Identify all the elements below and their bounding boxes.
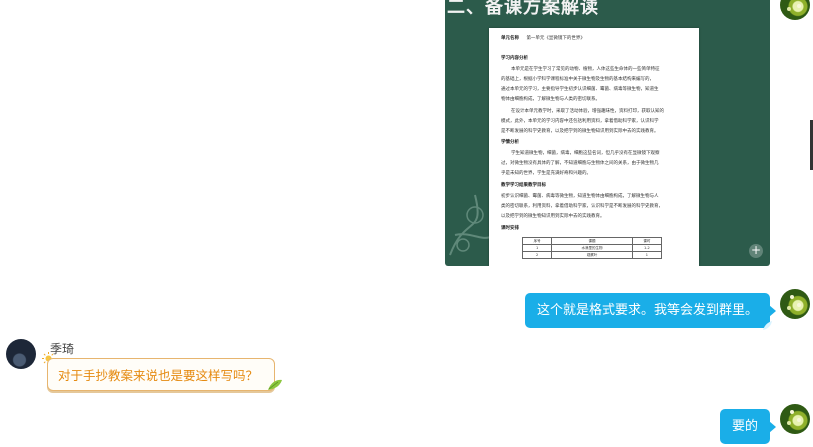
- message-text: 对于手抄教案来说也是要这样写吗？: [58, 368, 259, 383]
- doc-unit-label: 单元名称: [501, 36, 519, 41]
- bubble-leaf-icon: [763, 321, 773, 330]
- doc-section-heading: 学情分析: [501, 140, 519, 145]
- image-message[interactable]: 二、备课方案解读 单元名称 第一单元《显微镜下的世界》 学习内容分析 本单元是在…: [445, 0, 770, 266]
- doc-text-line: 学生知道微生物，细菌，病毒，细胞这些名词，但几乎没有在显微镜下观察: [511, 151, 660, 156]
- message-text: 要的: [732, 419, 759, 434]
- table-cell: 水滴里的生物: [551, 244, 633, 252]
- table-cell: 1-2: [631, 244, 663, 252]
- leaf-decoration-icon: [268, 379, 282, 390]
- table-cell: 课题: [551, 237, 633, 245]
- doc-text-line: 初步认识细菌、霉菌、病毒等微生物，知道生物体由细胞构成，了解微生物与人: [501, 194, 659, 199]
- doc-section-heading: 课时安排: [501, 226, 519, 231]
- doc-text-line: 物体由细胞构成，了解微生物与人类的密切联系。: [501, 97, 600, 102]
- slide-title: 二、备课方案解读: [447, 0, 599, 18]
- zoom-in-icon[interactable]: +: [749, 244, 763, 258]
- self-avatar[interactable]: [780, 289, 810, 319]
- message-bubble-self[interactable]: 要的: [720, 409, 777, 444]
- doc-unit-line: 单元名称 第一单元《显微镜下的世界》: [501, 36, 585, 42]
- doc-text-line: 是不断发展的科学史教育，以及把学到的微生物知识用到实际中去的实践教育。: [501, 129, 659, 134]
- table-row: 序号 课题 课时: [521, 237, 663, 245]
- table-row: 1 水滴里的生物 1-2: [521, 244, 663, 252]
- doc-text-line: 类的密切联系，利用资料，拿着借助科学家，认识科学是不断发展的科学史教育，: [501, 204, 663, 209]
- self-avatar[interactable]: [780, 0, 810, 20]
- doc-text-line: 过，对微生物没有具体的了解，不知道细胞与生物体之间的关系，由于微生物几: [501, 161, 659, 166]
- message-text: 这个就是格式要求。我等会发到群里。: [537, 303, 759, 318]
- doc-section-heading: 教学学习结果教学目标: [501, 183, 546, 188]
- table-cell: 1: [521, 244, 553, 252]
- message-bubble-self[interactable]: 这个就是格式要求。我等会发到群里。: [525, 293, 777, 330]
- doc-text-line: 本单元是在学生学习了常见的动物、植物，人体这些生命体的一些简单特征: [511, 67, 660, 72]
- table-cell: 观察叶: [551, 251, 633, 259]
- contact-avatar[interactable]: [6, 339, 36, 369]
- doc-text-line: 在设计本单元教学时，采取了活动体验，增强趣味性，资料打印，获取认知的: [511, 109, 664, 114]
- doc-section-heading: 学习内容分析: [501, 56, 528, 61]
- doc-schedule-table: 序号 课题 课时 1 水滴里的生物 1-2 2 观察叶 1: [521, 237, 663, 259]
- self-avatar[interactable]: [780, 404, 810, 434]
- doc-unit-name: 第一单元《显微镜下的世界》: [526, 36, 585, 41]
- doc-text-line: 模式，此外，本单元的学习内容中还包括利用资料，拿着借助科学家，认识科学: [501, 119, 659, 124]
- message-bubble-other[interactable]: 对于手抄教案来说也是要这样写吗？: [47, 358, 275, 391]
- doc-text-line: 通过本单元的学习，主要指导学生初步认识细菌、霉菌、病毒等微生物，知道生: [501, 87, 659, 92]
- doc-text-line: 以及把学到的微生物知识用到实际中去的实践教育。: [501, 214, 605, 219]
- document-page: 单元名称 第一单元《显微镜下的世界》 学习内容分析 本单元是在学生学习了常见的动…: [489, 28, 699, 266]
- doc-text-line: 的基础上，根据小学科学课程标准中关于微生物及生物的基本结构来编写的，: [501, 77, 654, 82]
- table-cell: 1: [631, 251, 663, 259]
- table-cell: 课时: [631, 237, 663, 245]
- table-row: 2 观察叶 1: [521, 251, 663, 259]
- table-cell: 序号: [521, 237, 553, 245]
- doc-text-line: 乎是未知的世界，学生是充满好奇和兴趣的。: [501, 171, 591, 176]
- table-cell: 2: [521, 251, 553, 259]
